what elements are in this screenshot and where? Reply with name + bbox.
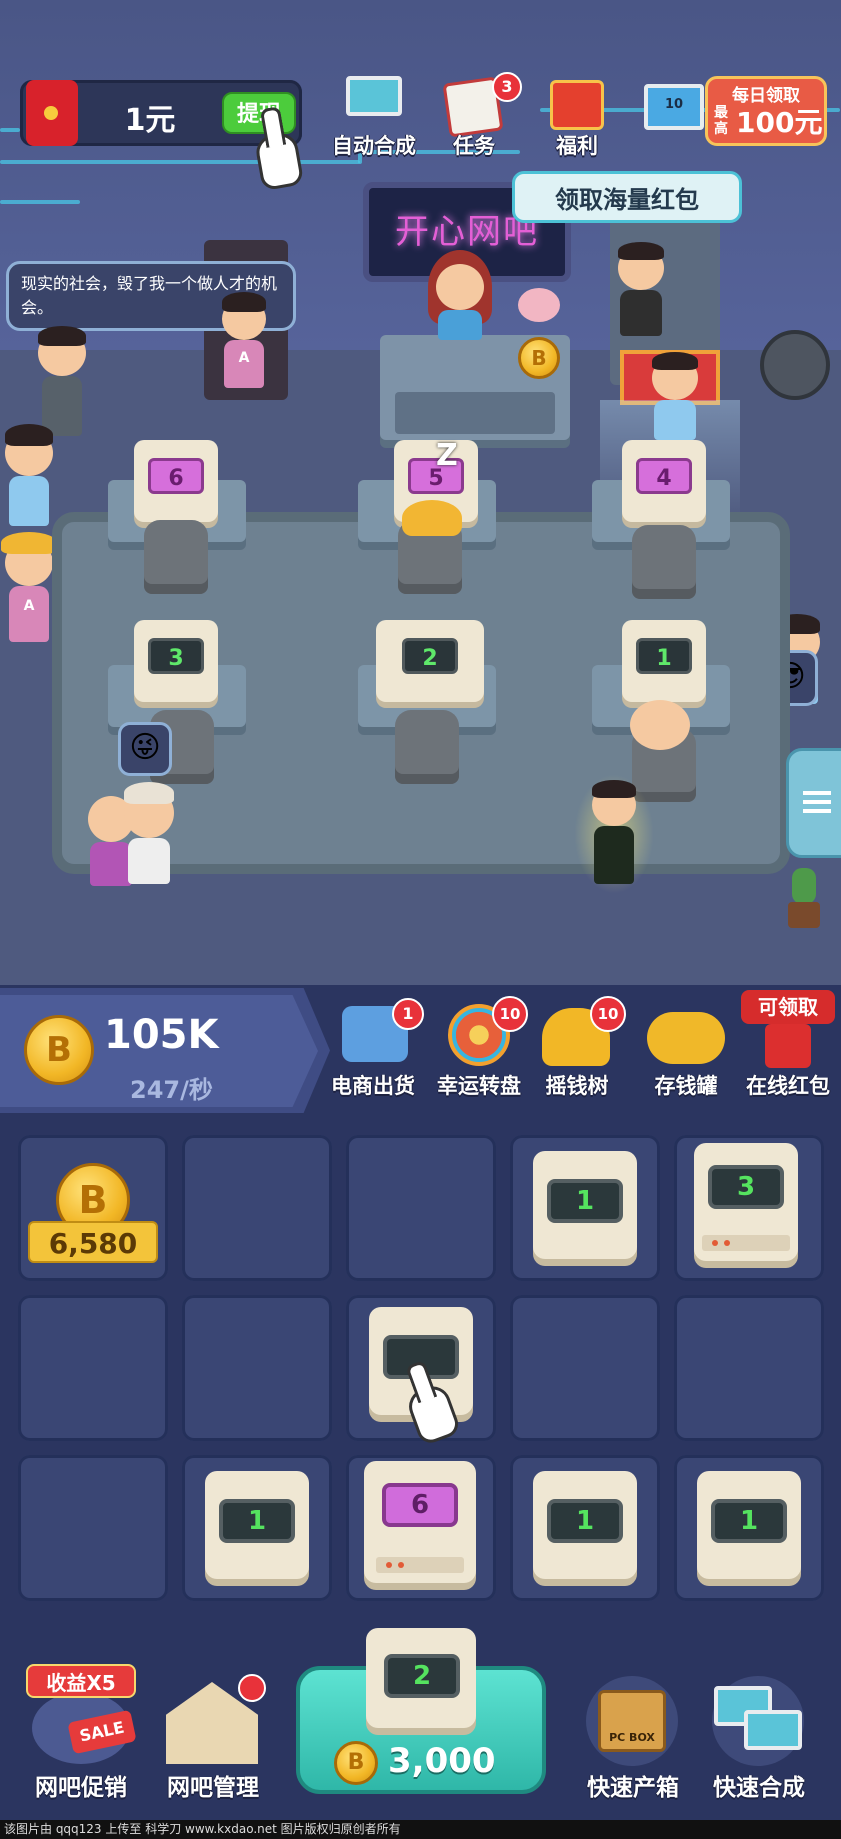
sleeping-customer — [402, 500, 462, 536]
computer-station-4[interactable]: 4 — [622, 440, 706, 522]
earnings-multiplier-badge: 收益X5 — [26, 1664, 136, 1698]
computer-item[interactable]: 3 — [694, 1143, 798, 1261]
side-menu-tab[interactable] — [786, 748, 841, 858]
fan-icon — [760, 330, 830, 400]
grid-cell[interactable] — [346, 1295, 496, 1447]
tasks-label: 任务 — [453, 134, 495, 158]
pc-box-icon: PC BOX — [598, 1690, 666, 1752]
grid-cell[interactable]: 1 — [674, 1455, 824, 1601]
monitor-icon — [744, 1710, 802, 1750]
cafe-promo-button[interactable]: SALE 收益X5 网吧促销 — [18, 1664, 144, 1804]
claimable-badge: 可领取 — [741, 990, 835, 1024]
computer-station-1[interactable]: 1 — [622, 620, 706, 702]
computer-item[interactable]: 6 — [364, 1461, 476, 1583]
quick-merge-button[interactable]: 快速合成 — [696, 1664, 822, 1804]
gaming-chair — [632, 525, 696, 599]
computer-station-2[interactable]: 2 — [376, 620, 484, 702]
coin-icon: B — [334, 1741, 378, 1785]
computer-item[interactable]: 1 — [697, 1471, 801, 1579]
tongue-emoji-icon: 😜 — [118, 722, 172, 776]
auto-merge-button[interactable]: 自动合成 — [324, 74, 424, 170]
auto-merge-label: 自动合成 — [332, 134, 416, 158]
gaming-chair — [144, 520, 208, 594]
sleep-z-icon: Z — [436, 438, 458, 473]
feature-delivery[interactable]: 1 电商出货 — [318, 994, 428, 1104]
grid-cell[interactable]: 1 — [182, 1455, 332, 1601]
seated-customer — [630, 700, 690, 750]
daily-monitor-icon: 10 — [644, 84, 704, 130]
feature-piggy-bank[interactable]: 存钱罐 — [631, 994, 741, 1104]
grid-cell[interactable]: 1 — [510, 1135, 660, 1281]
watermark-footer: 该图片由 qqq123 上传至 科学刀 www.kxdao.net 图片版权归原… — [0, 1820, 841, 1839]
computer-station-6[interactable]: 6 — [134, 440, 218, 522]
quick-box-label: 快速产箱 — [587, 1775, 679, 1801]
grid-cell[interactable] — [18, 1455, 168, 1601]
welfare-label: 福利 — [556, 134, 598, 158]
buy-computer-preview: 2 — [366, 1628, 476, 1728]
cash-amount: 1元 — [124, 103, 176, 138]
feature-online-red-envelope[interactable]: 可领取 在线红包 — [733, 990, 841, 1104]
grid-cell[interactable] — [510, 1295, 660, 1441]
feature-lucky-wheel[interactable]: 10 幸运转盘 — [424, 994, 534, 1104]
withdraw-button[interactable]: 提现 — [222, 92, 296, 134]
grid-cell[interactable]: 6 — [346, 1455, 496, 1601]
welfare-button[interactable]: 福利 — [536, 74, 618, 170]
daily-reward-amount: 100元 — [736, 106, 823, 139]
coins-per-second: 247/秒 — [130, 1076, 213, 1104]
piggy-bank-icon — [647, 1012, 725, 1064]
counter-coin-icon[interactable]: B — [518, 337, 560, 379]
grid-cell[interactable]: B 6,580 — [18, 1135, 168, 1281]
grid-cell[interactable] — [182, 1295, 332, 1441]
monitor-icon — [346, 76, 402, 116]
grid-cell[interactable]: 1 — [510, 1455, 660, 1601]
feature-money-tree[interactable]: 10 摇钱树 — [522, 994, 632, 1104]
cafe-management-button[interactable]: 网吧管理 — [150, 1664, 276, 1804]
red-envelope-icon — [26, 80, 78, 146]
quick-merge-label: 快速合成 — [713, 1775, 805, 1801]
grid-cell[interactable] — [18, 1295, 168, 1441]
coin-icon: B — [24, 1015, 94, 1085]
grid-cell[interactable]: 3 — [674, 1135, 824, 1281]
feature-badge: 10 — [590, 996, 626, 1032]
tasks-badge: 3 — [492, 72, 522, 102]
computer-item[interactable]: 1 — [533, 1151, 637, 1259]
cafe-promo-label: 网吧促销 — [35, 1775, 127, 1801]
coins-total: 105K — [104, 1012, 219, 1058]
menu-icon — [803, 791, 831, 795]
quick-box-button[interactable]: PC BOX 快速产箱 — [570, 1664, 696, 1804]
merge-grid: B 6,580 1 3 1 6 1 1 — [0, 1115, 841, 1655]
daily-reward-prefix: 最高 — [714, 105, 728, 137]
daily-reward-button[interactable]: 每日领取 最高 100元 — [705, 76, 827, 146]
welfare-tooltip: 领取海量红包 — [512, 171, 742, 223]
computer-item[interactable]: 1 — [533, 1471, 637, 1579]
notification-dot — [238, 1674, 266, 1702]
computer-item[interactable]: 1 — [205, 1471, 309, 1579]
red-envelope-icon — [765, 1024, 811, 1068]
buy-price: 3,000 — [388, 1741, 496, 1781]
cafe-management-label: 网吧管理 — [167, 1775, 259, 1801]
grid-cell[interactable] — [674, 1295, 824, 1441]
feature-badge: 1 — [392, 998, 424, 1030]
gift-icon — [550, 80, 604, 130]
tasks-button[interactable]: 3 任务 — [434, 72, 522, 170]
coin-reward-amount: 6,580 — [28, 1221, 158, 1263]
piggy-bank-icon — [518, 288, 560, 322]
computer-station-3[interactable]: 3 — [134, 620, 218, 702]
plant-icon — [784, 868, 824, 934]
gaming-chair — [395, 710, 459, 784]
grid-cell[interactable] — [182, 1135, 332, 1281]
grid-cell[interactable] — [346, 1135, 496, 1281]
